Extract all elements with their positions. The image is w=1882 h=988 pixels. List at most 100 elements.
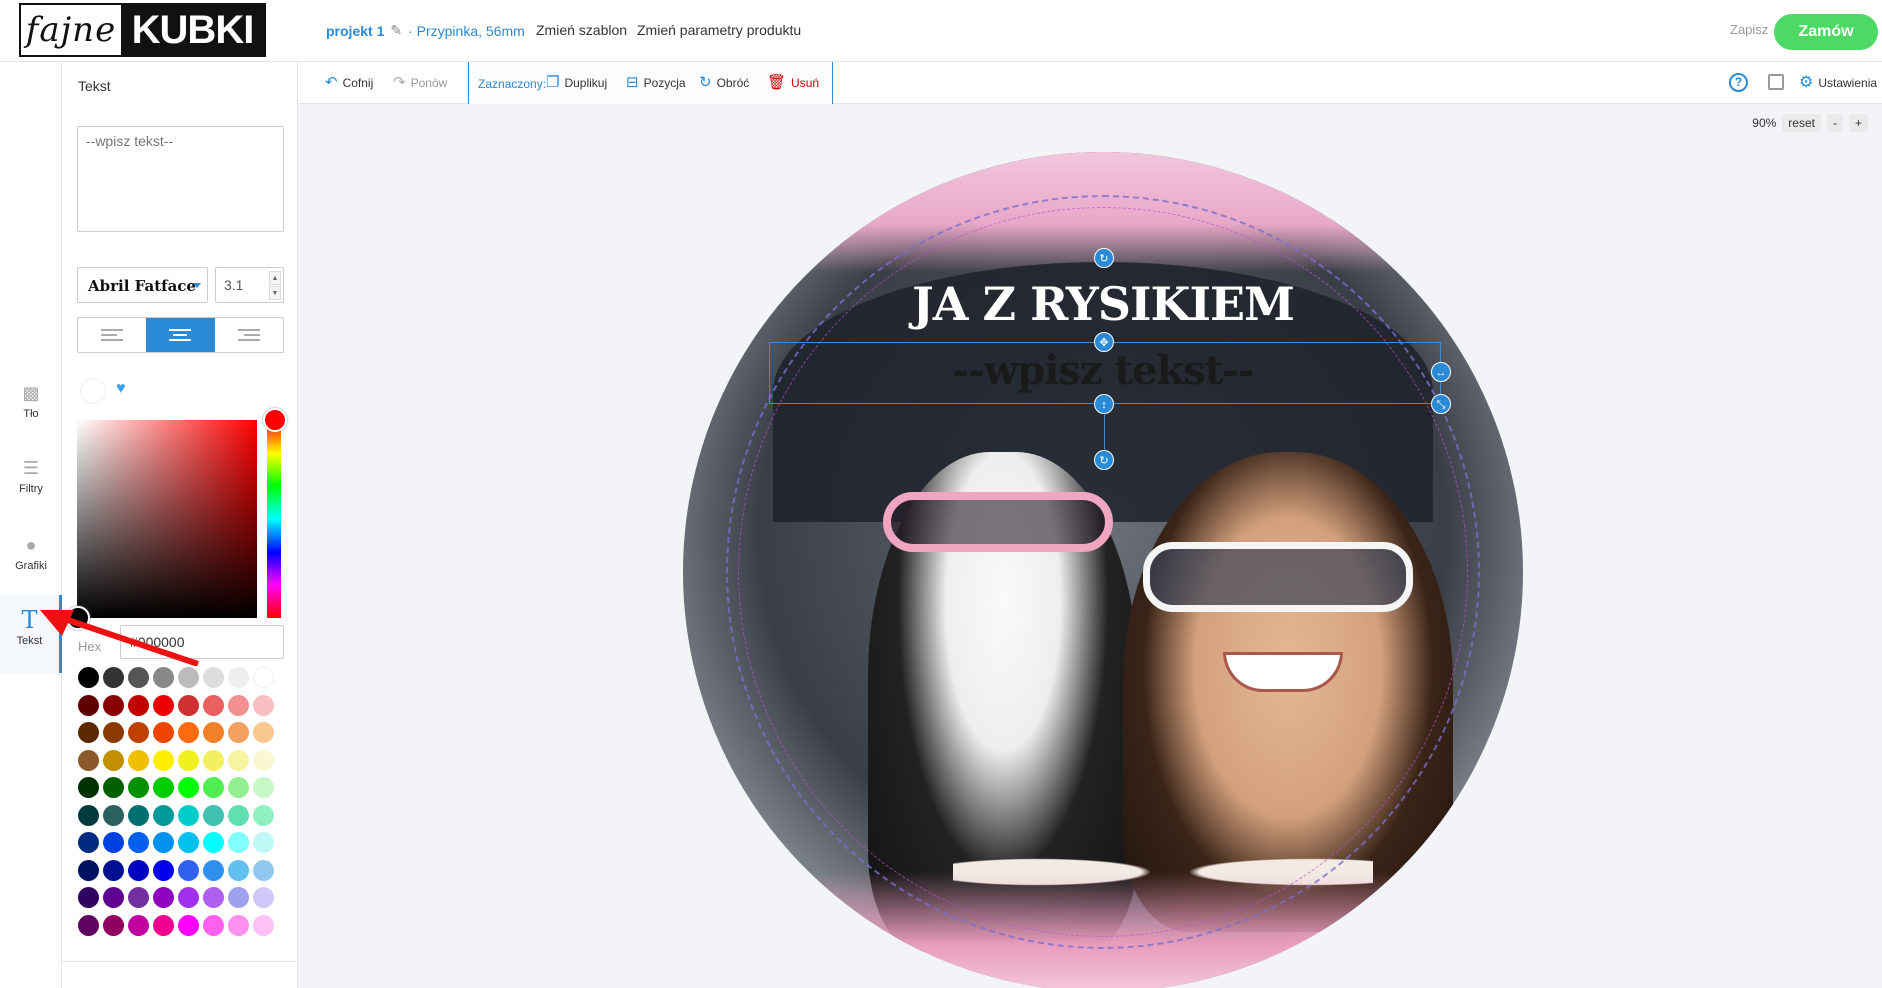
palette-swatch[interactable]	[128, 887, 149, 908]
palette-swatch[interactable]	[228, 777, 249, 798]
palette-swatch[interactable]	[128, 749, 149, 771]
palette-swatch[interactable]	[78, 667, 99, 688]
palette-swatch[interactable]	[253, 667, 274, 688]
palette-swatch[interactable]	[153, 722, 174, 743]
palette-swatch[interactable]	[103, 722, 124, 743]
palette-swatch[interactable]	[128, 832, 149, 853]
palette-swatch[interactable]	[103, 667, 124, 688]
palette-swatch[interactable]	[203, 694, 224, 716]
palette-swatch[interactable]	[253, 722, 274, 743]
palette-swatch[interactable]	[103, 832, 124, 853]
palette-swatch[interactable]	[178, 694, 199, 716]
palette-swatch[interactable]	[228, 722, 249, 743]
palette-swatch[interactable]	[78, 777, 99, 798]
palette-swatch[interactable]	[228, 832, 249, 853]
badge-preview[interactable]: JA Z RYSIKIEM --wpisz tekst-- ↻ ✥ ↕ ↻ ↔ …	[683, 152, 1523, 988]
palette-swatch[interactable]	[128, 722, 149, 743]
palette-swatch[interactable]	[78, 832, 99, 853]
palette-swatch[interactable]	[228, 694, 249, 716]
palette-swatch[interactable]	[178, 859, 199, 881]
palette-swatch[interactable]	[253, 859, 274, 881]
palette-swatch[interactable]	[228, 887, 249, 908]
rail-item-background[interactable]: ▩ Tło	[0, 382, 62, 420]
align-center-button[interactable]	[146, 318, 215, 352]
palette-swatch[interactable]	[103, 749, 124, 771]
settings-button[interactable]: ⚙ Ustawienia	[1799, 75, 1877, 91]
palette-swatch[interactable]	[178, 777, 199, 798]
palette-swatch[interactable]	[78, 749, 99, 771]
palette-swatch[interactable]	[103, 887, 124, 908]
palette-swatch[interactable]	[128, 914, 149, 936]
palette-swatch[interactable]	[103, 804, 124, 826]
order-button[interactable]: Zamów	[1774, 14, 1878, 50]
palette-swatch[interactable]	[178, 722, 199, 743]
palette-swatch[interactable]	[128, 804, 149, 826]
redo-button[interactable]: ↷ Ponów	[393, 75, 447, 90]
resize-diagonal-handle-icon[interactable]: ⤡	[1431, 394, 1451, 414]
palette-swatch[interactable]	[78, 914, 99, 936]
font-select[interactable]: Abril Fatface	[77, 267, 208, 303]
rail-item-filters[interactable]: ☰ Filtry	[0, 457, 62, 495]
palette-swatch[interactable]	[203, 804, 224, 826]
palette-swatch[interactable]	[103, 777, 124, 798]
palette-swatch[interactable]	[203, 722, 224, 743]
palette-swatch[interactable]	[228, 859, 249, 881]
zoom-out-button[interactable]: -	[1826, 114, 1843, 132]
palette-swatch[interactable]	[228, 749, 249, 771]
zoom-in-button[interactable]: +	[1848, 114, 1868, 132]
palette-swatch[interactable]	[78, 887, 99, 908]
palette-swatch[interactable]	[178, 749, 199, 771]
palette-swatch[interactable]	[203, 777, 224, 798]
hue-handle[interactable]	[263, 408, 287, 432]
move-handle-icon[interactable]: ✥	[1094, 332, 1114, 352]
palette-swatch[interactable]	[253, 914, 274, 936]
change-params-link[interactable]: Zmień parametry produktu	[637, 22, 801, 38]
design-canvas[interactable]: 90% reset - + JA Z RYSIKIEM --wpisz teks…	[298, 104, 1882, 988]
palette-swatch[interactable]	[228, 914, 249, 936]
palette-swatch[interactable]	[253, 832, 274, 853]
heart-icon[interactable]: ♥	[116, 380, 126, 398]
position-button[interactable]: ⊟ Pozycja	[626, 75, 686, 90]
palette-swatch[interactable]	[153, 887, 174, 908]
palette-swatch[interactable]	[78, 694, 99, 716]
palette-swatch[interactable]	[78, 804, 99, 826]
change-template-link[interactable]: Zmień szablon	[536, 22, 627, 38]
palette-swatch[interactable]	[203, 667, 224, 688]
save-button[interactable]: Zapisz	[1730, 22, 1768, 37]
palette-swatch[interactable]	[178, 914, 199, 936]
palette-swatch[interactable]	[203, 887, 224, 908]
palette-swatch[interactable]	[203, 749, 224, 771]
palette-swatch[interactable]	[253, 887, 274, 908]
palette-swatch[interactable]	[153, 777, 174, 798]
palette-swatch[interactable]	[153, 749, 174, 771]
text-input[interactable]	[77, 126, 284, 232]
fullscreen-icon[interactable]	[1768, 74, 1784, 90]
palette-swatch[interactable]	[103, 914, 124, 936]
palette-swatch[interactable]	[178, 887, 199, 908]
palette-swatch[interactable]	[128, 667, 149, 688]
palette-swatch[interactable]	[228, 667, 249, 688]
palette-swatch[interactable]	[178, 667, 199, 688]
palette-swatch[interactable]	[153, 804, 174, 826]
help-icon[interactable]: ?	[1729, 73, 1748, 92]
logo[interactable]: fajne KUBKI	[19, 3, 266, 57]
delete-button[interactable]: 🗑 Usuń	[767, 75, 819, 90]
palette-swatch[interactable]	[153, 694, 174, 716]
rail-item-graphics[interactable]: ● Grafiki	[0, 534, 62, 572]
palette-swatch[interactable]	[203, 914, 224, 936]
palette-swatch[interactable]	[128, 694, 149, 716]
zoom-reset-button[interactable]: reset	[1782, 114, 1821, 132]
palette-swatch[interactable]	[153, 667, 174, 688]
hue-slider[interactable]	[267, 420, 281, 618]
palette-swatch[interactable]	[78, 722, 99, 743]
palette-swatch[interactable]	[153, 914, 174, 936]
palette-swatch[interactable]	[178, 804, 199, 826]
palette-swatch[interactable]	[128, 777, 149, 798]
palette-swatch[interactable]	[153, 832, 174, 853]
badge-title-text[interactable]: JA Z RYSIKIEM	[683, 277, 1523, 331]
decrement-icon[interactable]: ▼	[269, 286, 281, 300]
palette-swatch[interactable]	[253, 749, 274, 771]
resize-vertical-handle-icon[interactable]: ↕	[1094, 394, 1114, 414]
palette-swatch[interactable]	[128, 859, 149, 881]
project-name[interactable]: projekt 1	[326, 23, 384, 39]
